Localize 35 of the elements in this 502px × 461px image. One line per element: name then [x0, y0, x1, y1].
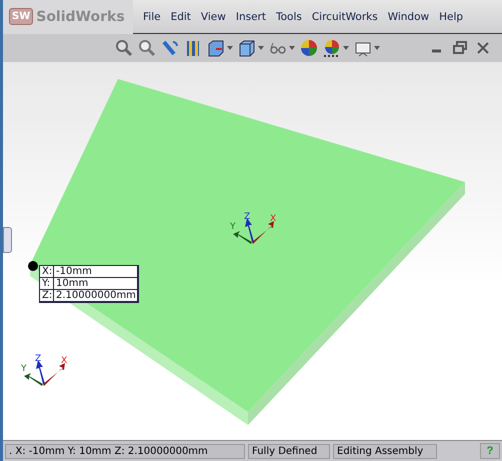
panel-expand-handle[interactable]: [3, 227, 12, 253]
coordinates-readout: . X: -10mm Y: 10mm Z: 2.10000000mm: [5, 444, 245, 458]
logo-badge: SW: [9, 8, 34, 25]
scene-icon[interactable]: [323, 39, 341, 57]
editing-mode: Editing Assembly: [333, 444, 437, 458]
caret-icon[interactable]: [227, 46, 233, 50]
axis-label: X:: [40, 266, 54, 278]
menu-item[interactable]: CircuitWorks: [312, 10, 378, 22]
point-marker-icon: [28, 261, 38, 271]
zoom-icon[interactable]: [115, 39, 133, 57]
coordinate-value: -10mm: [54, 266, 138, 278]
caret-icon[interactable]: [258, 46, 264, 50]
menu-item[interactable]: Insert: [236, 10, 266, 22]
menu-item[interactable]: Window: [388, 10, 430, 22]
section-view-icon[interactable]: [184, 39, 202, 57]
coordinate-value: 2.10000000mm: [54, 290, 138, 302]
menu-item[interactable]: Edit: [170, 10, 191, 22]
cube-icon[interactable]: [238, 39, 256, 57]
rotate-icon[interactable]: [161, 39, 179, 57]
zoom-icon[interactable]: [138, 39, 156, 57]
restore-icon[interactable]: [451, 39, 469, 57]
menu-item[interactable]: Tools: [276, 10, 302, 22]
caret-icon[interactable]: [289, 46, 295, 50]
sketch-state: Fully Defined: [248, 444, 330, 458]
menu-item[interactable]: View: [200, 10, 226, 22]
menu-item[interactable]: Help: [439, 10, 464, 22]
logo-text: SolidWorks: [36, 8, 125, 24]
axis-label: Z:: [40, 290, 54, 302]
caret-icon[interactable]: [374, 46, 380, 50]
color-ball-icon[interactable]: [300, 39, 318, 57]
view-orientation-icon[interactable]: [207, 39, 225, 57]
axis-label: Y:: [40, 278, 54, 290]
coordinate-value: 10mm: [54, 278, 138, 290]
caret-icon[interactable]: [343, 46, 349, 50]
menu-item[interactable]: File: [143, 10, 161, 22]
